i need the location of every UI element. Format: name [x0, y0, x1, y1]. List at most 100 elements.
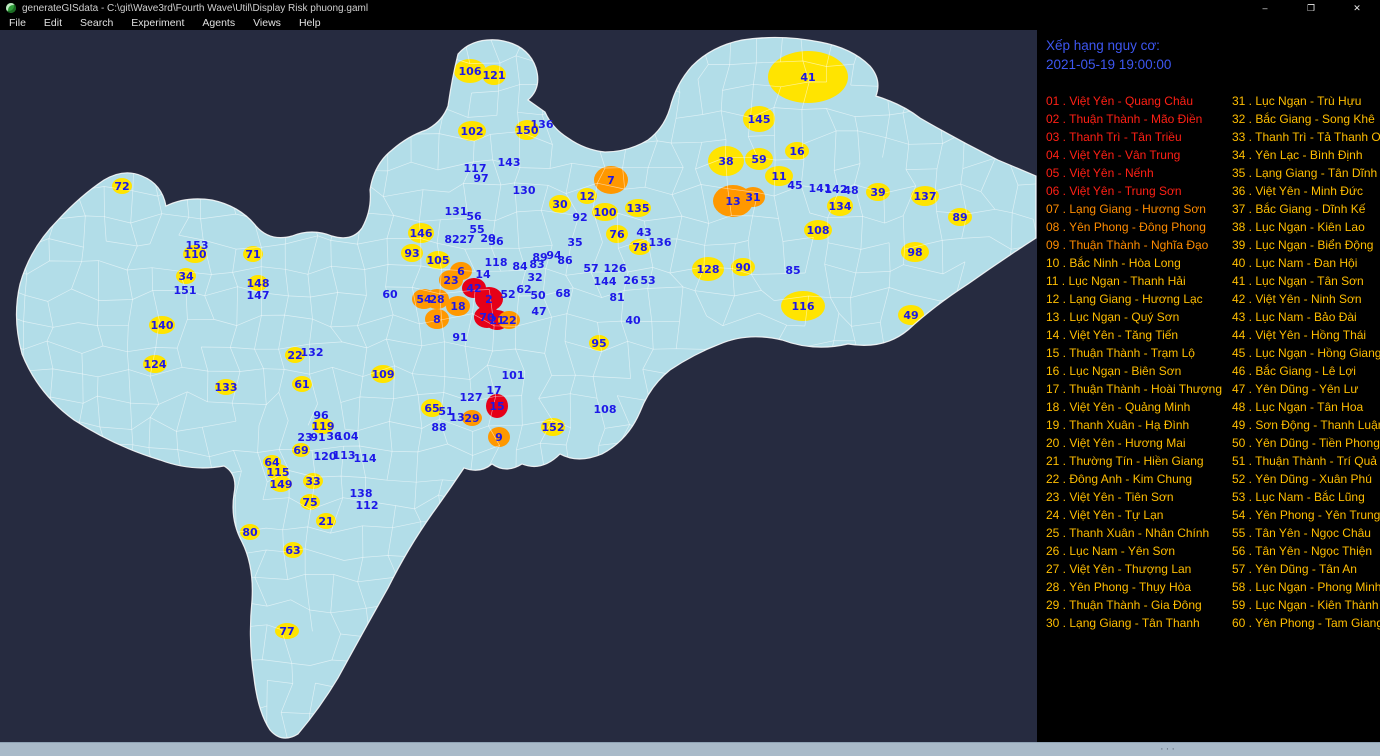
commune-label: 109 — [372, 368, 395, 381]
commune-label: 57 — [583, 262, 598, 275]
rank-item-20: 20 . Việt Yên - Hương Mai — [1046, 434, 1232, 452]
rank-item-59: 59 . Lục Ngạn - Kiên Thành — [1232, 596, 1380, 614]
commune-label: 135 — [627, 202, 650, 215]
commune-label: 131 — [445, 205, 468, 218]
commune-label: 93 — [404, 247, 419, 260]
rank-item-37: 37 . Bắc Giang - Dĩnh Kế — [1232, 200, 1380, 218]
commune-label: 12 — [579, 190, 594, 203]
commune-label: 31 — [745, 191, 760, 204]
rank-item-13: 13 . Lục Ngạn - Quý Sơn — [1046, 308, 1232, 326]
commune-label: 152 — [542, 421, 565, 434]
commune-label: 38 — [718, 155, 733, 168]
commune-label: 14 — [475, 268, 491, 281]
rank-item-10: 10 . Bắc Ninh - Hòa Long — [1046, 254, 1232, 272]
commune-label: 11 — [771, 170, 786, 183]
rank-item-18: 18 . Việt Yên - Quảng Minh — [1046, 398, 1232, 416]
commune-label: 50 — [530, 289, 546, 302]
close-button[interactable]: ✕ — [1334, 0, 1380, 16]
rank-item-53: 53 . Lục Nam - Bắc Lũng — [1232, 488, 1380, 506]
menu-edit[interactable]: Edit — [35, 16, 71, 30]
scrollbar-grip[interactable]: ··· — [1160, 743, 1177, 756]
content-area: 1061214110215013614572117143973859161307… — [0, 30, 1380, 742]
rank-item-14: 14 . Việt Yên - Tăng Tiến — [1046, 326, 1232, 344]
rank-item-35: 35 . Lạng Giang - Tân Dĩnh — [1232, 164, 1380, 182]
commune-label: 81 — [609, 291, 624, 304]
commune-label: 28 — [429, 293, 444, 306]
rank-item-28: 28 . Yên Phong - Thụy Hòa — [1046, 578, 1232, 596]
commune-label: 133 — [215, 381, 238, 394]
commune-label: 34 — [178, 270, 194, 283]
commune-label: 137 — [914, 190, 937, 203]
rank-item-05: 05 . Việt Yên - Nếnh — [1046, 164, 1232, 182]
commune-label: 27 — [459, 233, 474, 246]
commune-label: 72 — [114, 180, 129, 193]
menu-agents[interactable]: Agents — [193, 16, 244, 30]
commune-label: 84 — [512, 260, 528, 273]
commune-label: 76 — [609, 228, 625, 241]
rank-item-57: 57 . Yên Dũng - Tân An — [1232, 560, 1380, 578]
menu-search[interactable]: Search — [71, 16, 122, 30]
rank-item-40: 40 . Lục Nam - Đan Hội — [1232, 254, 1380, 272]
rank-item-36: 36 . Việt Yên - Minh Đức — [1232, 182, 1380, 200]
risk-ranking-panel: Xếp hạng nguy cơ: 2021-05-19 19:00:00 01… — [1037, 30, 1380, 742]
commune-label: 130 — [513, 184, 536, 197]
commune-label: 56 — [466, 210, 482, 223]
app-icon — [6, 3, 16, 13]
rank-item-24: 24 . Việt Yên - Tự Lạn — [1046, 506, 1232, 524]
rank-item-51: 51 . Thuận Thành - Trí Quả — [1232, 452, 1380, 470]
rank-item-08: 08 . Yên Phong - Đông Phong — [1046, 218, 1232, 236]
commune-label: 39 — [870, 186, 885, 199]
rank-item-47: 47 . Yên Dũng - Yên Lư — [1232, 380, 1380, 398]
menu-help[interactable]: Help — [290, 16, 330, 30]
rank-item-58: 58 . Lục Ngạn - Phong Minh — [1232, 578, 1380, 596]
rank-item-19: 19 . Thanh Xuân - Hạ Đình — [1046, 416, 1232, 434]
commune-label: 95 — [591, 337, 606, 350]
rank-column-left: 01 . Việt Yên - Quang Châu02 . Thuận Thà… — [1046, 92, 1232, 632]
commune-label: 128 — [697, 263, 720, 276]
menu-views[interactable]: Views — [244, 16, 290, 30]
commune-label: 60 — [382, 288, 398, 301]
rank-item-46: 46 . Bắc Giang - Lê Lợi — [1232, 362, 1380, 380]
rank-item-41: 41 . Lục Ngạn - Tân Sơn — [1232, 272, 1380, 290]
rank-item-54: 54 . Yên Phong - Yên Trung — [1232, 506, 1380, 524]
horizontal-scrollbar[interactable]: ··· — [0, 742, 1380, 756]
commune-label: 8 — [433, 313, 441, 326]
menu-file[interactable]: File — [0, 16, 35, 30]
commune-label: 80 — [242, 526, 258, 539]
commune-label: 69 — [293, 444, 308, 457]
rank-item-39: 39 . Lục Ngạn - Biển Động — [1232, 236, 1380, 254]
commune-label: 68 — [555, 287, 570, 300]
panel-title: Xếp hạng nguy cơ: — [1046, 38, 1160, 53]
commune-label: 13 — [725, 195, 740, 208]
rank-item-30: 30 . Lạng Giang - Tân Thanh — [1046, 614, 1232, 632]
rank-item-02: 02 . Thuận Thành - Mão Điền — [1046, 110, 1232, 128]
rank-item-56: 56 . Tân Yên - Ngọc Thiện — [1232, 542, 1380, 560]
rank-item-21: 21 . Thường Tín - Hiền Giang — [1046, 452, 1232, 470]
commune-label: 116 — [792, 300, 815, 313]
rank-item-09: 09 . Thuận Thành - Nghĩa Đạo — [1046, 236, 1232, 254]
commune-label: 101 — [502, 369, 525, 382]
menu-experiment[interactable]: Experiment — [122, 16, 193, 30]
maximize-button[interactable]: ❐ — [1288, 0, 1334, 16]
rank-item-16: 16 . Lục Ngạn - Biên Sơn — [1046, 362, 1232, 380]
rank-item-23: 23 . Việt Yên - Tiên Sơn — [1046, 488, 1232, 506]
window-title: generateGISdata - C:\git\Wave3rd\Fourth … — [22, 3, 368, 14]
commune-label: 29 — [464, 412, 479, 425]
commune-label: 48 — [843, 184, 858, 197]
minimize-button[interactable]: – — [1242, 0, 1288, 16]
map-view[interactable]: 1061214110215013614572117143973859161307… — [0, 30, 1037, 742]
rank-item-52: 52 . Yên Dũng - Xuân Phú — [1232, 470, 1380, 488]
rank-item-33: 33 . Thanh Trì - Tả Thanh Oai — [1232, 128, 1380, 146]
commune-label: 91 — [452, 331, 467, 344]
commune-label: 108 — [594, 403, 617, 416]
rank-item-42: 42 . Việt Yên - Ninh Sơn — [1232, 290, 1380, 308]
rank-item-48: 48 . Lục Ngạn - Tân Hoa — [1232, 398, 1380, 416]
rank-item-07: 07 . Lạng Giang - Hương Sơn — [1046, 200, 1232, 218]
rank-item-15: 15 . Thuận Thành - Trạm Lộ — [1046, 344, 1232, 362]
commune-label: 40 — [625, 314, 641, 327]
commune-label: 2 — [485, 293, 493, 306]
commune-label: 59 — [751, 153, 766, 166]
province-landmass — [16, 37, 1036, 738]
rank-column-right: 31 . Lục Ngạn - Trù Hựu32 . Bắc Giang - … — [1232, 92, 1380, 632]
rank-item-45: 45 . Lục Ngạn - Hồng Giang — [1232, 344, 1380, 362]
